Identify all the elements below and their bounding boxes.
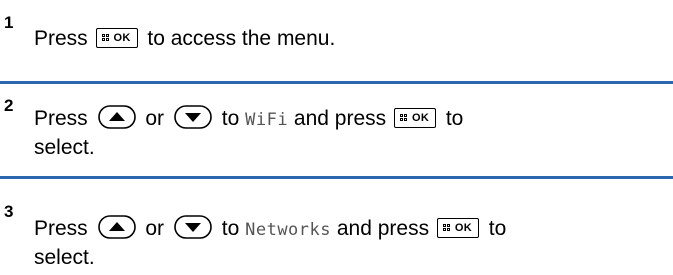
step-text-to: to — [221, 107, 240, 130]
step-divider — [0, 81, 673, 84]
menu-grid-icon — [442, 224, 451, 232]
ok-key-label: OK — [454, 222, 473, 234]
step-text-select: select. — [34, 246, 95, 269]
step-number: 1 — [4, 13, 14, 32]
step-text-tail: to access the menu. — [147, 27, 336, 50]
menu-item-name: Networks — [245, 220, 331, 240]
step-instruction: Press or to Networks and press OK to sel… — [34, 215, 667, 272]
ok-key-label: OK — [113, 32, 131, 44]
ok-key-label: OK — [411, 112, 430, 124]
up-arrow-icon — [97, 105, 136, 129]
menu-ok-key-icon: OK — [393, 108, 436, 128]
step-text-press: Press — [34, 217, 88, 240]
step-text-to: to — [488, 217, 507, 240]
step-text-press: Press — [34, 107, 88, 130]
step-text-select: select. — [34, 136, 95, 159]
step-text-or: or — [145, 107, 165, 130]
step-instruction: Press OK to access the menu. — [34, 25, 667, 53]
step-text-and-press: and press — [336, 217, 430, 240]
down-arrow-icon — [174, 215, 212, 239]
menu-item-name: WiFi — [245, 110, 289, 130]
menu-ok-key-icon: OK — [95, 28, 138, 48]
up-arrow-icon — [97, 215, 136, 239]
step-text-press: Press — [34, 27, 88, 50]
step-text-or: or — [145, 217, 165, 240]
step-text-to: to — [221, 217, 240, 240]
step-instruction: Press or to WiFi and press OK to select. — [34, 105, 667, 162]
menu-grid-icon — [101, 34, 110, 42]
step-divider — [0, 176, 673, 179]
menu-grid-icon — [399, 114, 408, 122]
menu-ok-key-icon: OK — [436, 218, 479, 238]
step-number: 3 — [4, 202, 14, 221]
step-text-to: to — [445, 107, 464, 130]
step-text-and-press: and press — [293, 107, 387, 130]
step-number: 2 — [4, 96, 14, 115]
down-arrow-icon — [174, 105, 212, 129]
